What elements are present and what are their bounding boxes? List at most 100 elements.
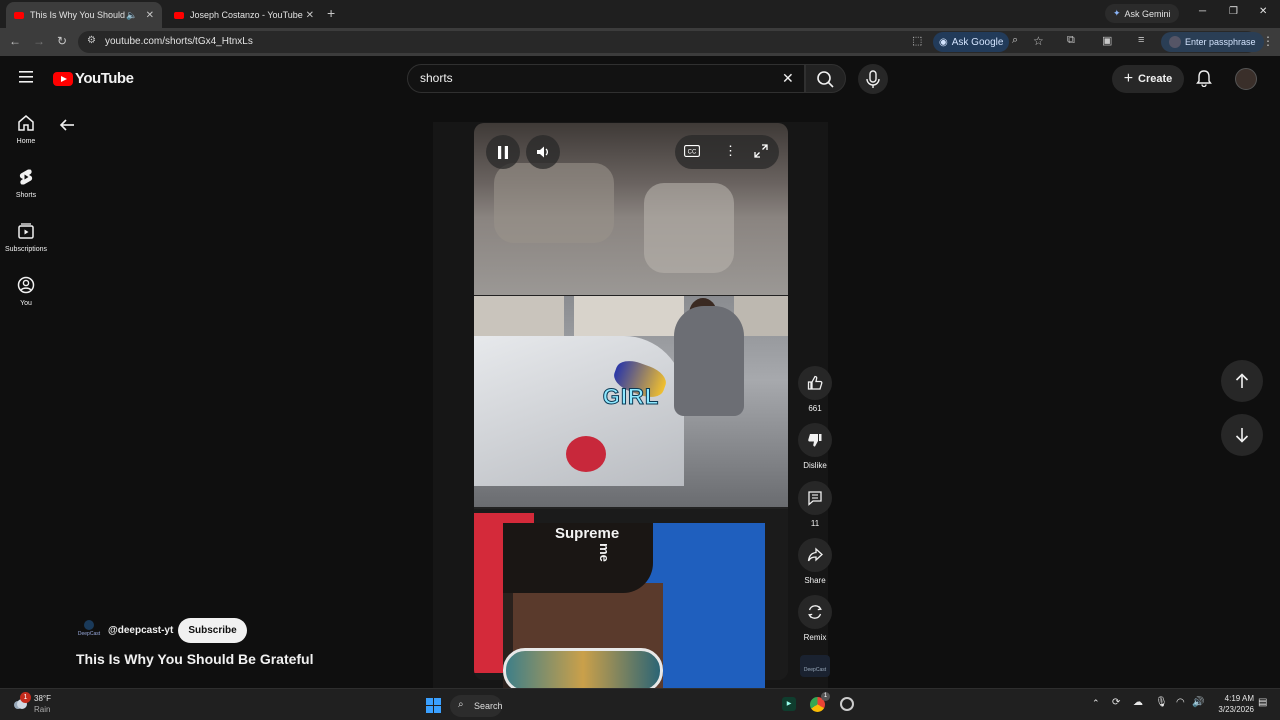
tray-sync-icon[interactable]: ⟳ bbox=[1112, 697, 1120, 708]
zoom-icon[interactable]: ⌕ bbox=[1012, 34, 1018, 47]
taskbar-app-icon[interactable]: ▶ bbox=[782, 697, 796, 711]
taskbar-search-box[interactable]: ⌕ Search bbox=[450, 695, 503, 717]
tab-title: Joseph Costanzo - YouTube bbox=[190, 10, 303, 20]
sidebar-item-subscriptions[interactable]: Subscriptions bbox=[0, 222, 52, 253]
clock-date[interactable]: 3/23/2026 bbox=[1212, 705, 1254, 714]
ask-google-label: Ask Google bbox=[951, 36, 1004, 48]
video-caption: GIRL bbox=[602, 384, 660, 410]
next-short-button[interactable] bbox=[1221, 414, 1263, 456]
chrome-menu-icon[interactable]: ⋮ bbox=[1262, 34, 1274, 48]
previous-short-button[interactable] bbox=[1221, 360, 1263, 402]
tray-overflow-icon[interactable]: ⌃ bbox=[1092, 698, 1100, 709]
back-arrow-icon[interactable] bbox=[59, 118, 75, 132]
tab-close-icon[interactable]: ✕ bbox=[146, 10, 154, 21]
hat-logo-text-2: me bbox=[596, 543, 612, 562]
channel-avatar-label: DeepCast bbox=[77, 631, 101, 637]
tab-close-icon[interactable]: ✕ bbox=[306, 10, 314, 21]
closed-captions-icon[interactable]: CC bbox=[684, 145, 700, 157]
comments-button[interactable]: 11 bbox=[797, 481, 833, 528]
windows-taskbar: 1 38°F Rain ⌕ Search ▶ 1 ⌃ ⟳ ☁ 🎙 ◠ 🔊 4:1… bbox=[0, 688, 1280, 720]
remix-button[interactable]: Remix bbox=[797, 595, 833, 642]
tab-inactive[interactable]: Joseph Costanzo - YouTube ✕ bbox=[166, 2, 322, 28]
tab-title: This Is Why You Should Be bbox=[30, 10, 126, 20]
account-avatar[interactable] bbox=[1235, 68, 1257, 90]
tray-wifi-icon[interactable]: ◠ bbox=[1176, 697, 1185, 708]
pause-button[interactable] bbox=[486, 135, 520, 169]
youtube-favicon-icon bbox=[174, 11, 184, 19]
subscribe-button[interactable]: Subscribe bbox=[178, 618, 247, 643]
url-text[interactable]: youtube.com/shorts/tGx4_HtnxLs bbox=[105, 36, 253, 47]
create-button[interactable]: + Create bbox=[1112, 65, 1184, 93]
remix-icon bbox=[808, 605, 822, 619]
voice-search-button[interactable] bbox=[858, 64, 888, 94]
sidebar-item-home[interactable]: Home bbox=[0, 114, 52, 145]
search-input[interactable] bbox=[420, 71, 770, 85]
share-arrow-icon bbox=[807, 547, 823, 562]
reload-icon[interactable]: ↻ bbox=[57, 34, 67, 48]
omnibox[interactable] bbox=[78, 31, 1258, 53]
hat-logo-text: Supreme bbox=[555, 525, 620, 542]
tray-cloud-icon[interactable]: ☁ bbox=[1133, 697, 1143, 708]
comment-icon bbox=[808, 491, 822, 506]
youtube-wordmark: YouTube bbox=[75, 70, 134, 87]
channel-handle[interactable]: @deepcast-yt bbox=[108, 625, 173, 636]
tray-volume-icon[interactable]: 🔊 bbox=[1192, 697, 1204, 708]
ask-google-button[interactable]: ◉ Ask Google bbox=[933, 32, 1010, 52]
channel-avatar[interactable]: DeepCast bbox=[76, 620, 102, 640]
youtube-logo[interactable]: YouTube bbox=[53, 70, 134, 87]
lens-icon: ◉ bbox=[939, 36, 948, 48]
browser-toolbar: ← → ↻ ⚙ youtube.com/shorts/tGx4_HtnxLs ⬚… bbox=[0, 28, 1280, 56]
site-info-icon[interactable]: ⚙ bbox=[87, 35, 96, 46]
install-app-icon[interactable]: ⬚ bbox=[912, 34, 922, 47]
notification-center-icon[interactable]: ▤ bbox=[1258, 697, 1267, 708]
windows-start-icon[interactable] bbox=[426, 698, 441, 713]
weather-temperature[interactable]: 38°F bbox=[34, 694, 51, 703]
extensions-icon[interactable]: ⧉ bbox=[1067, 34, 1075, 47]
back-arrow-icon[interactable]: ← bbox=[9, 34, 21, 48]
sidebar-item-shorts[interactable]: Shorts bbox=[0, 168, 52, 199]
clock-time[interactable]: 4:19 AM bbox=[1212, 694, 1254, 703]
weather-description[interactable]: Rain bbox=[34, 705, 50, 714]
bookmark-star-icon[interactable]: ☆ bbox=[1033, 34, 1044, 48]
restore-window-icon[interactable]: ❐ bbox=[1229, 6, 1238, 17]
subscriptions-icon bbox=[18, 223, 34, 239]
tab-search-icon[interactable]: ▣ bbox=[1102, 34, 1112, 47]
tab-audio-icon[interactable]: 🔈 bbox=[126, 10, 137, 21]
hamburger-menu-icon[interactable] bbox=[19, 71, 33, 83]
remix-label: Remix bbox=[803, 633, 827, 642]
thumbs-down-icon bbox=[808, 434, 822, 447]
youtube-header: YouTube ✕ + Create bbox=[0, 56, 1280, 102]
notifications-bell-icon[interactable] bbox=[1196, 70, 1212, 87]
media-controls-icon[interactable]: ≡ bbox=[1138, 34, 1144, 46]
profile-passphrase-button[interactable]: Enter passphrase bbox=[1161, 32, 1264, 52]
fullscreen-icon[interactable] bbox=[754, 144, 768, 158]
sidebar-item-label: You bbox=[20, 300, 32, 307]
gemini-spark-icon: ✦ bbox=[1113, 8, 1121, 18]
new-tab-button[interactable]: + bbox=[327, 5, 335, 21]
like-count: 661 bbox=[808, 404, 822, 413]
comment-count: 11 bbox=[810, 519, 820, 528]
channel-sound-thumbnail[interactable]: DeepCast bbox=[800, 655, 830, 677]
minimize-window-icon[interactable]: ─ bbox=[1199, 6, 1206, 17]
search-button[interactable] bbox=[805, 64, 846, 93]
sidebar-item-you[interactable]: You bbox=[0, 276, 52, 307]
volume-button[interactable] bbox=[526, 135, 560, 169]
weather-alert-badge: 1 bbox=[20, 692, 31, 703]
close-window-icon[interactable]: ✕ bbox=[1259, 6, 1267, 17]
clear-search-icon[interactable]: ✕ bbox=[782, 70, 794, 87]
share-button[interactable]: Share bbox=[797, 538, 833, 585]
like-button[interactable]: 661 bbox=[797, 366, 833, 413]
tray-microphone-icon[interactable]: 🎙 bbox=[1155, 697, 1168, 708]
pause-icon bbox=[498, 145, 508, 159]
search-icon bbox=[817, 71, 834, 88]
ask-gemini-button[interactable]: ✦ Ask Gemini bbox=[1105, 4, 1179, 23]
tab-active[interactable]: This Is Why You Should Be 🔈 ✕ bbox=[6, 2, 162, 28]
video-title[interactable]: This Is Why You Should Be Grateful bbox=[76, 651, 314, 667]
shorts-icon bbox=[19, 169, 33, 185]
forward-arrow-icon[interactable]: → bbox=[33, 34, 45, 48]
arrow-down-icon bbox=[1235, 428, 1249, 443]
obs-taskbar-icon[interactable] bbox=[840, 697, 854, 711]
more-options-icon[interactable]: ⋮ bbox=[724, 143, 737, 159]
taskbar-search-icon: ⌕ bbox=[458, 699, 464, 710]
dislike-button[interactable]: Dislike bbox=[797, 423, 833, 470]
